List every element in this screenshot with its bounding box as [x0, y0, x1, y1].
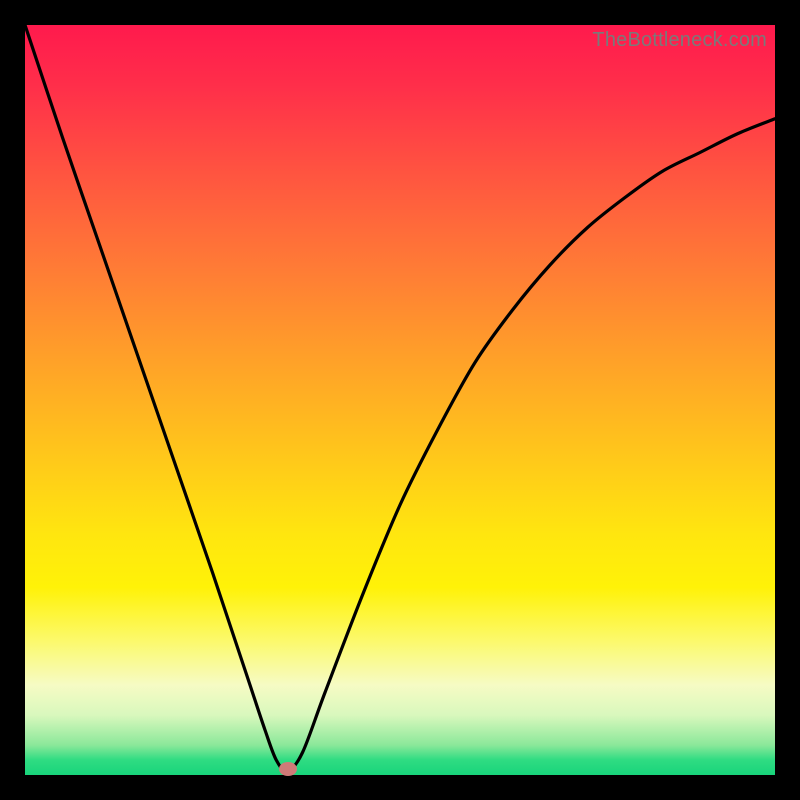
plot-area: TheBottleneck.com [25, 25, 775, 775]
bottleneck-curve [25, 25, 775, 771]
optimum-marker [279, 762, 297, 776]
curve-svg [25, 25, 775, 775]
chart-frame: TheBottleneck.com [0, 0, 800, 800]
